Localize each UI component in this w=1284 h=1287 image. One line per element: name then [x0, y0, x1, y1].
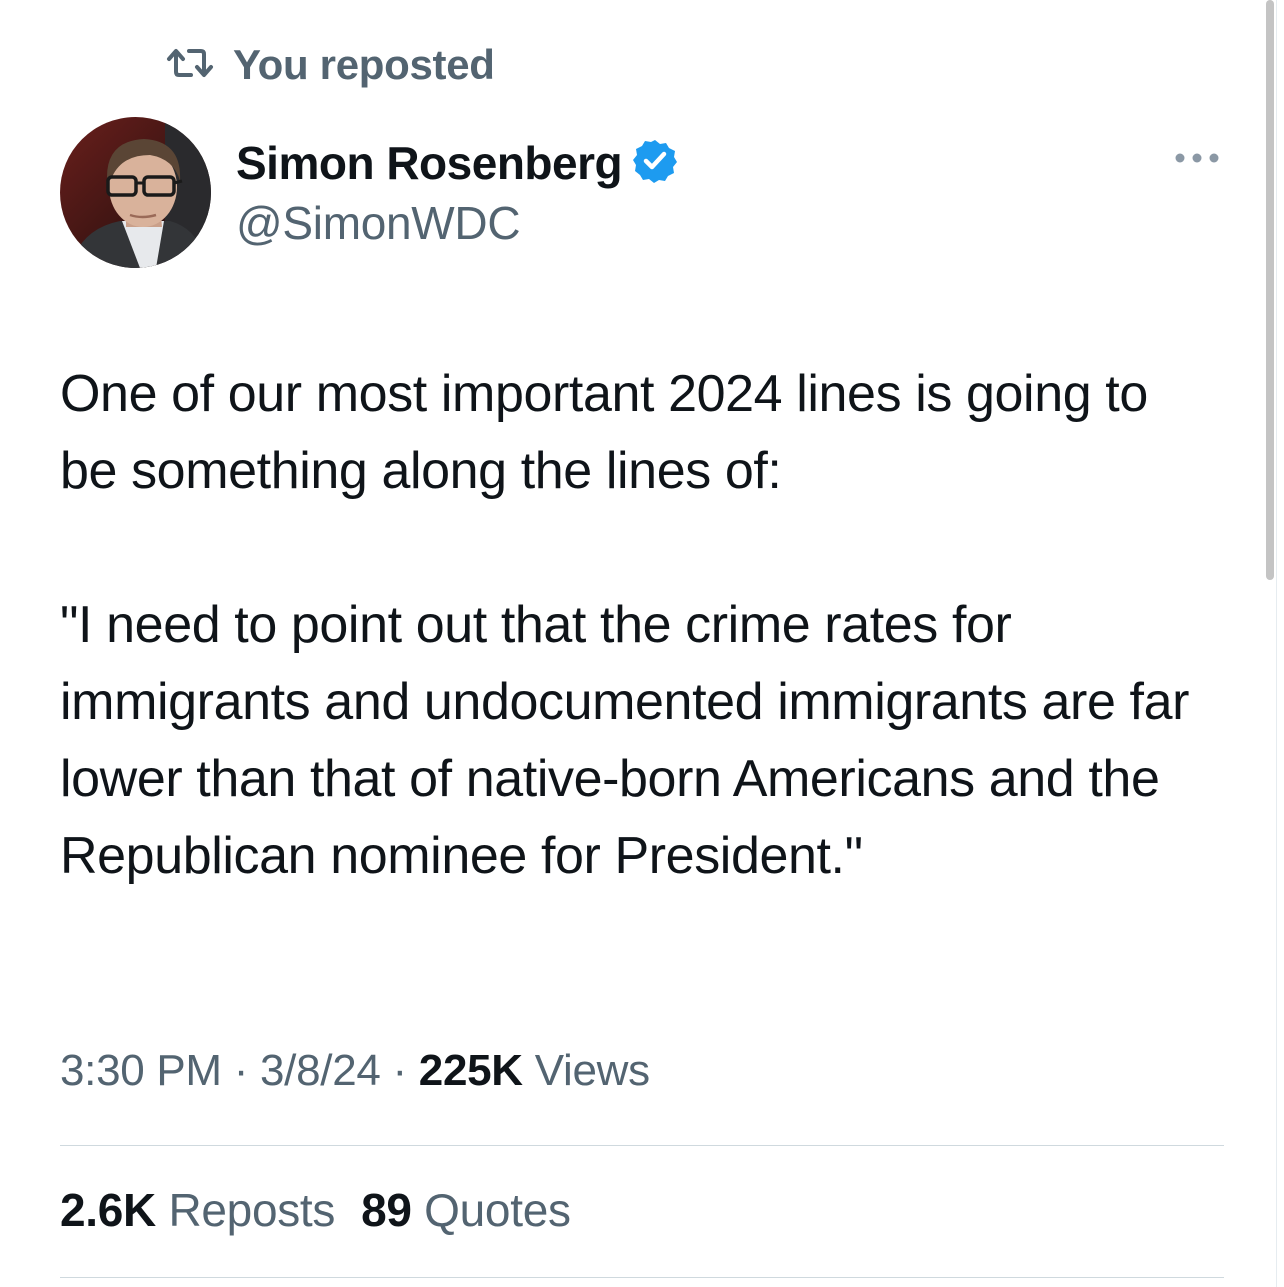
avatar[interactable] [60, 117, 211, 268]
divider [60, 1277, 1224, 1278]
tweet-time[interactable]: 3:30 PM [60, 1046, 222, 1095]
tweet-date[interactable]: 3/8/24 [260, 1046, 381, 1095]
reposts-stat[interactable]: 2.6K Reposts [60, 1184, 335, 1236]
tweet-paragraph: One of our most important 2024 lines is … [60, 365, 1148, 500]
views-label[interactable]: Views [535, 1046, 650, 1095]
more-options-icon [1174, 151, 1220, 169]
repost-banner[interactable]: You reposted [165, 40, 495, 90]
views-count[interactable]: 225K [419, 1046, 523, 1095]
divider [60, 1145, 1224, 1146]
reposts-label: Reposts [168, 1184, 336, 1236]
author-name-row[interactable]: Simon Rosenberg [236, 135, 678, 191]
quotes-stat[interactable]: 89 Quotes [361, 1184, 571, 1236]
repost-icon [165, 46, 215, 85]
more-options-button[interactable] [1172, 145, 1222, 175]
quotes-label: Quotes [424, 1184, 571, 1236]
scrollbar[interactable] [1266, 0, 1274, 580]
meta-separator: · [233, 1046, 249, 1095]
engagement-stats: 2.6K Reposts 89 Quotes [60, 1183, 571, 1237]
tweet-paragraph: "I need to point out that the crime rate… [60, 596, 1190, 885]
quotes-count: 89 [361, 1184, 412, 1236]
reposts-count: 2.6K [60, 1184, 156, 1236]
repost-label: You reposted [233, 41, 495, 88]
tweet-text: One of our most important 2024 lines is … [60, 356, 1210, 895]
author-name[interactable]: Simon Rosenberg [236, 136, 623, 190]
page-edge [1276, 0, 1277, 1287]
tweet-meta: 3:30 PM · 3/8/24 · 225K Views [60, 1046, 650, 1096]
verified-badge-icon [632, 138, 678, 189]
author-handle[interactable]: @SimonWDC [236, 196, 521, 250]
meta-separator: · [392, 1046, 407, 1095]
